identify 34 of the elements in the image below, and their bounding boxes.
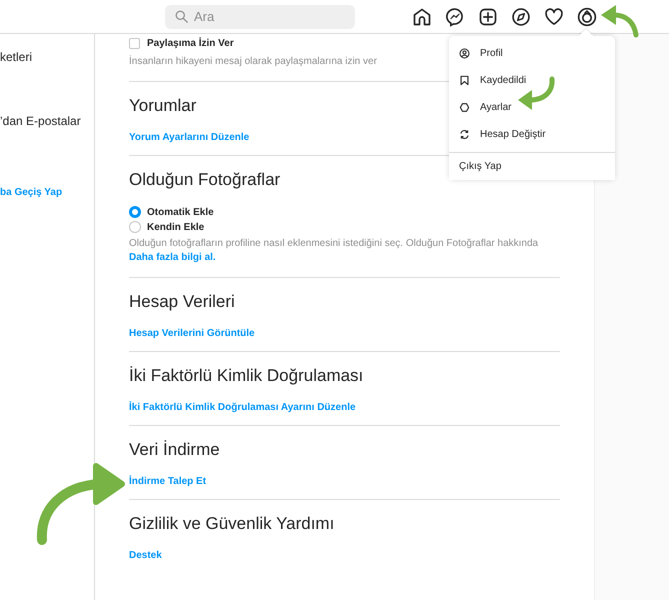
radio-button[interactable] [129, 221, 141, 233]
menu-item[interactable]: Hesap Değiştir [449, 121, 615, 148]
radio-option[interactable]: Kendin Ekle [129, 221, 214, 233]
switch-icon [459, 129, 470, 140]
menu-item[interactable]: Kaydedildi [449, 67, 615, 94]
compass-icon[interactable] [511, 6, 531, 26]
radio-button[interactable] [129, 206, 141, 218]
section-title: Hesap Verileri [129, 292, 235, 312]
section-title: Veri İndirme [129, 440, 220, 460]
avatar-icon[interactable] [577, 6, 597, 26]
profile-icon [459, 48, 470, 59]
settings-icon [459, 102, 470, 113]
option-description: İnsanların hikayeni mesaj olarak paylaşmalarına izin ver [129, 55, 378, 69]
heart-icon[interactable] [544, 6, 564, 26]
messenger-icon[interactable] [445, 6, 465, 26]
sidebar-item[interactable]: ’dan E-postalar [0, 112, 94, 130]
section-title: Olduğun Fotoğraflar [129, 170, 280, 190]
section-description: Olduğun fotoğrafların profiline nasıl eklenmesini istediğini seç. Olduğun Fotoğraflar hakkında Daha fazla bilgi al. [129, 237, 540, 265]
sidebar-item[interactable]: ketleri [0, 48, 94, 66]
radio-option[interactable]: Otomatik Ekle [129, 206, 214, 218]
section-title: Gizlilik ve Güvenlik Yardımı [129, 514, 334, 534]
new-post-icon[interactable] [478, 6, 498, 26]
checkbox-label: Paylaşıma İzin Ver [147, 38, 234, 49]
section-title: İki Faktörlü Kimlik Doğrulaması [129, 366, 364, 386]
logout-button[interactable]: Çıkış Yap [449, 152, 615, 180]
checkbox[interactable] [129, 38, 140, 49]
arrow-drawing [601, 5, 638, 38]
home-icon[interactable] [412, 6, 432, 26]
search-field[interactable]: Ara [165, 4, 355, 28]
menu-item[interactable]: Ayarlar [449, 94, 615, 121]
search-icon [175, 10, 188, 22]
bookmark-icon [459, 75, 470, 86]
menu-item[interactable]: Profil [449, 40, 615, 67]
section-title: Yorumlar [129, 96, 196, 116]
